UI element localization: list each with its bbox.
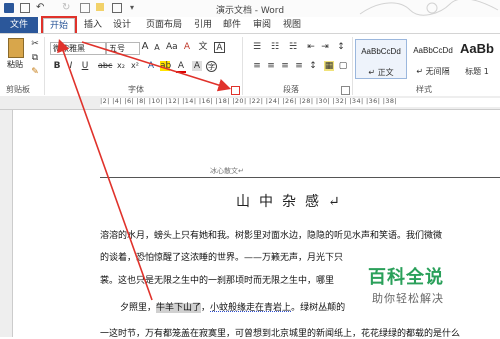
group-divider xyxy=(44,37,45,95)
character-shading-icon[interactable]: A xyxy=(192,61,202,71)
superscript-button[interactable]: x² xyxy=(130,61,140,71)
vertical-ruler[interactable] xyxy=(0,110,13,337)
page-header-text[interactable]: 冰心散文↵ xyxy=(210,166,244,176)
underlined-text: 小蚊般缘走在青岩上 xyxy=(210,303,292,313)
paragraph-group-label: 段落 xyxy=(283,85,299,94)
watermark-badge: 百科全说 助你轻松解决 xyxy=(362,262,486,308)
title-decoration-icon xyxy=(359,0,499,16)
paragraph-1-line-2[interactable]: 的谈着，恐怕惊醒了这浓睡的世界。——万籁无声，月光下只 xyxy=(100,250,343,263)
tab-view[interactable]: 视图 xyxy=(280,18,304,32)
highlight-color-icon[interactable]: ab xyxy=(160,61,171,71)
paragraph-2-comma: ， xyxy=(201,303,211,313)
font-group-label: 字体 xyxy=(128,85,144,94)
phonetic-guide-icon[interactable]: 文 xyxy=(198,42,208,52)
numbering-icon[interactable]: ☷ xyxy=(270,42,280,52)
grow-font-icon[interactable]: A xyxy=(140,42,150,52)
enclose-characters-icon[interactable]: 字 xyxy=(206,61,217,72)
paragraph-3-line-1[interactable]: 一这时节，万有都笼盖在寂寞里，可曾想到北京城里的新闻纸上，花花绿绿的都载的是什么 xyxy=(100,326,460,339)
bullets-icon[interactable]: ☰ xyxy=(252,42,262,52)
character-border-icon[interactable]: A xyxy=(214,42,225,53)
align-right-icon[interactable]: ≡ xyxy=(280,61,290,71)
ribbon: 粘贴 ✂ ⧉ ✎ 剪贴板 微软雅黑 五号 A A Aa A 文 A B I U … xyxy=(0,33,500,97)
ruler-marks: |2| |4| |6| |8| |10| |12| |14| |16| |18|… xyxy=(100,97,398,105)
font-size-combo[interactable]: 五号 xyxy=(106,42,140,55)
styles-group-label: 样式 xyxy=(416,85,432,94)
tab-design[interactable]: 设计 xyxy=(110,18,134,32)
text-effects-icon[interactable]: A xyxy=(146,61,156,71)
style-normal-name: ↵ 正文 xyxy=(368,68,394,77)
subscript-button[interactable]: x₂ xyxy=(116,61,126,71)
bold-button[interactable]: B xyxy=(52,61,62,71)
sort-icon[interactable]: ↕ xyxy=(336,42,346,52)
format-painter-icon[interactable]: ✎ xyxy=(30,67,40,77)
clear-formatting-icon[interactable]: A xyxy=(182,42,192,52)
watermark-title: 百科全说 xyxy=(368,267,444,288)
increase-indent-icon[interactable]: ⇥ xyxy=(320,42,330,52)
font-color-icon[interactable]: A xyxy=(176,61,186,73)
line-spacing-icon[interactable]: ↕ xyxy=(308,61,318,71)
strikethrough-button[interactable]: abc xyxy=(98,61,112,71)
group-divider xyxy=(242,37,243,95)
selected-text[interactable]: 牛羊下山了 xyxy=(156,303,202,313)
borders-icon[interactable]: ▢ xyxy=(338,61,348,71)
ribbon-tabs: 文件 开始 插入 设计 页面布局 引用 邮件 审阅 视图 xyxy=(0,17,500,33)
horizontal-ruler[interactable]: |2| |4| |6| |8| |10| |12| |14| |16| |18|… xyxy=(0,96,500,110)
style-heading-1[interactable]: AaBb 标题 1 xyxy=(456,39,498,77)
tab-home[interactable]: 开始 xyxy=(43,18,75,33)
style-normal-sample: AaBbCcDd xyxy=(361,47,401,56)
cut-icon[interactable]: ✂ xyxy=(30,39,40,49)
underline-button[interactable]: U xyxy=(80,61,90,71)
tab-insert[interactable]: 插入 xyxy=(81,18,105,32)
style-no-spacing[interactable]: AaBbCcDd ↵ 无间隔 xyxy=(408,39,458,77)
align-center-icon[interactable]: ≡ xyxy=(266,61,276,71)
copy-icon[interactable]: ⧉ xyxy=(30,53,40,63)
align-left-icon[interactable]: ≡ xyxy=(252,61,262,71)
tab-file[interactable]: 文件 xyxy=(0,17,38,33)
shading-icon[interactable]: ▦ xyxy=(324,61,334,71)
tab-review[interactable]: 审阅 xyxy=(250,18,274,32)
paragraph-2-start: 夕照里， xyxy=(120,303,157,313)
multilevel-list-icon[interactable]: ☵ xyxy=(288,42,298,52)
paste-icon[interactable] xyxy=(8,38,24,58)
tab-mailings[interactable]: 邮件 xyxy=(220,18,244,32)
style-no-spacing-name: ↵ 无间隔 xyxy=(416,67,450,76)
header-divider xyxy=(100,177,500,178)
paragraph-2[interactable]: 夕照里，牛羊下山了，小蚊般缘走在青岩上。绿树丛颠的 xyxy=(120,300,345,313)
change-case-icon[interactable]: Aa xyxy=(166,42,178,52)
justify-icon[interactable]: ≡ xyxy=(294,61,304,71)
paragraph-2-end: 。绿树丛颠的 xyxy=(291,303,346,313)
watermark-subtitle: 助你轻松解决 xyxy=(372,292,444,305)
style-heading-1-sample: AaBb xyxy=(460,41,494,56)
group-divider xyxy=(352,37,353,95)
paste-button-label[interactable]: 粘贴 xyxy=(7,59,23,70)
italic-button[interactable]: I xyxy=(66,61,76,71)
style-heading-1-name: 标题 1 xyxy=(465,67,489,76)
decrease-indent-icon[interactable]: ⇤ xyxy=(306,42,316,52)
style-normal[interactable]: AaBbCcDd ↵ 正文 xyxy=(355,39,407,79)
tab-page-layout[interactable]: 页面布局 xyxy=(141,18,187,32)
title-bar: ↶ ↻ ▾ 演示文档 - Word xyxy=(0,0,500,17)
tab-references[interactable]: 引用 xyxy=(191,18,215,32)
shrink-font-icon[interactable]: A xyxy=(152,43,162,53)
style-no-spacing-sample: AaBbCcDd xyxy=(413,46,453,55)
paragraph-dialog-launcher-icon[interactable] xyxy=(341,86,350,95)
clipboard-group-label: 剪贴板 xyxy=(6,85,30,94)
paragraph-1-line-1[interactable]: 溶溶的水月，螃头上只有她和我。树影里对面水边，隐隐的听见水声和笑语。我们微微 xyxy=(100,228,442,241)
font-family-combo[interactable]: 微软雅黑 xyxy=(50,42,106,55)
paragraph-1-line-3[interactable]: 裳。这也只是无限之生中的一刹那顷时而无限之生中，哪里 xyxy=(100,273,334,286)
font-dialog-launcher-icon[interactable] xyxy=(231,86,240,95)
document-title[interactable]: 山中杂感↵ xyxy=(236,191,349,211)
